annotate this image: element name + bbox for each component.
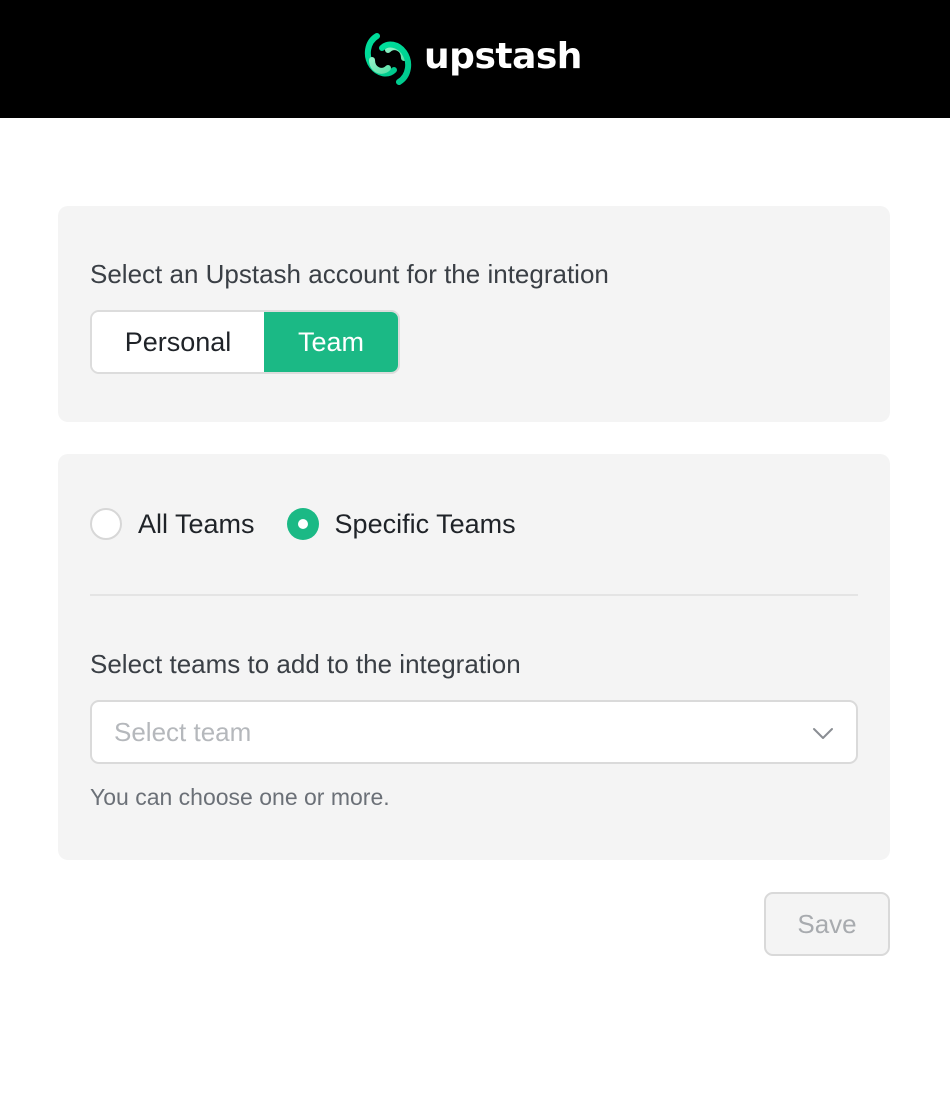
teams-select-label: Select teams to add to the integration [90,649,521,679]
team-scope-radio-group: All Teams Specific Teams [90,508,516,540]
account-type-toggle: Personal Team [90,310,400,374]
team-option-button[interactable]: Team [264,312,398,372]
brand-logo[interactable]: upstash [364,28,582,90]
all-teams-option[interactable]: All Teams [90,508,255,540]
all-teams-radio[interactable] [90,508,122,540]
divider [90,594,858,596]
team-select-placeholder: Select team [114,716,252,747]
team-select[interactable]: Select team [90,700,858,764]
teams-card: All Teams Specific Teams Select teams to… [58,454,890,860]
app-header: upstash [0,0,950,118]
save-button[interactable]: Save [764,892,890,956]
specific-teams-option[interactable]: Specific Teams [286,508,516,540]
all-teams-label: All Teams [138,508,255,539]
upstash-logo-icon [364,33,412,85]
team-select-help-text: You can choose one or more. [90,784,390,810]
account-card: Select an Upstash account for the integr… [58,206,890,422]
specific-teams-label: Specific Teams [334,508,516,539]
specific-teams-radio[interactable] [286,508,319,540]
chevron-down-icon[interactable] [812,722,834,744]
brand-name: upstash [424,36,582,77]
personal-option-button[interactable]: Personal [92,312,264,372]
account-label: Select an Upstash account for the integr… [90,259,609,289]
